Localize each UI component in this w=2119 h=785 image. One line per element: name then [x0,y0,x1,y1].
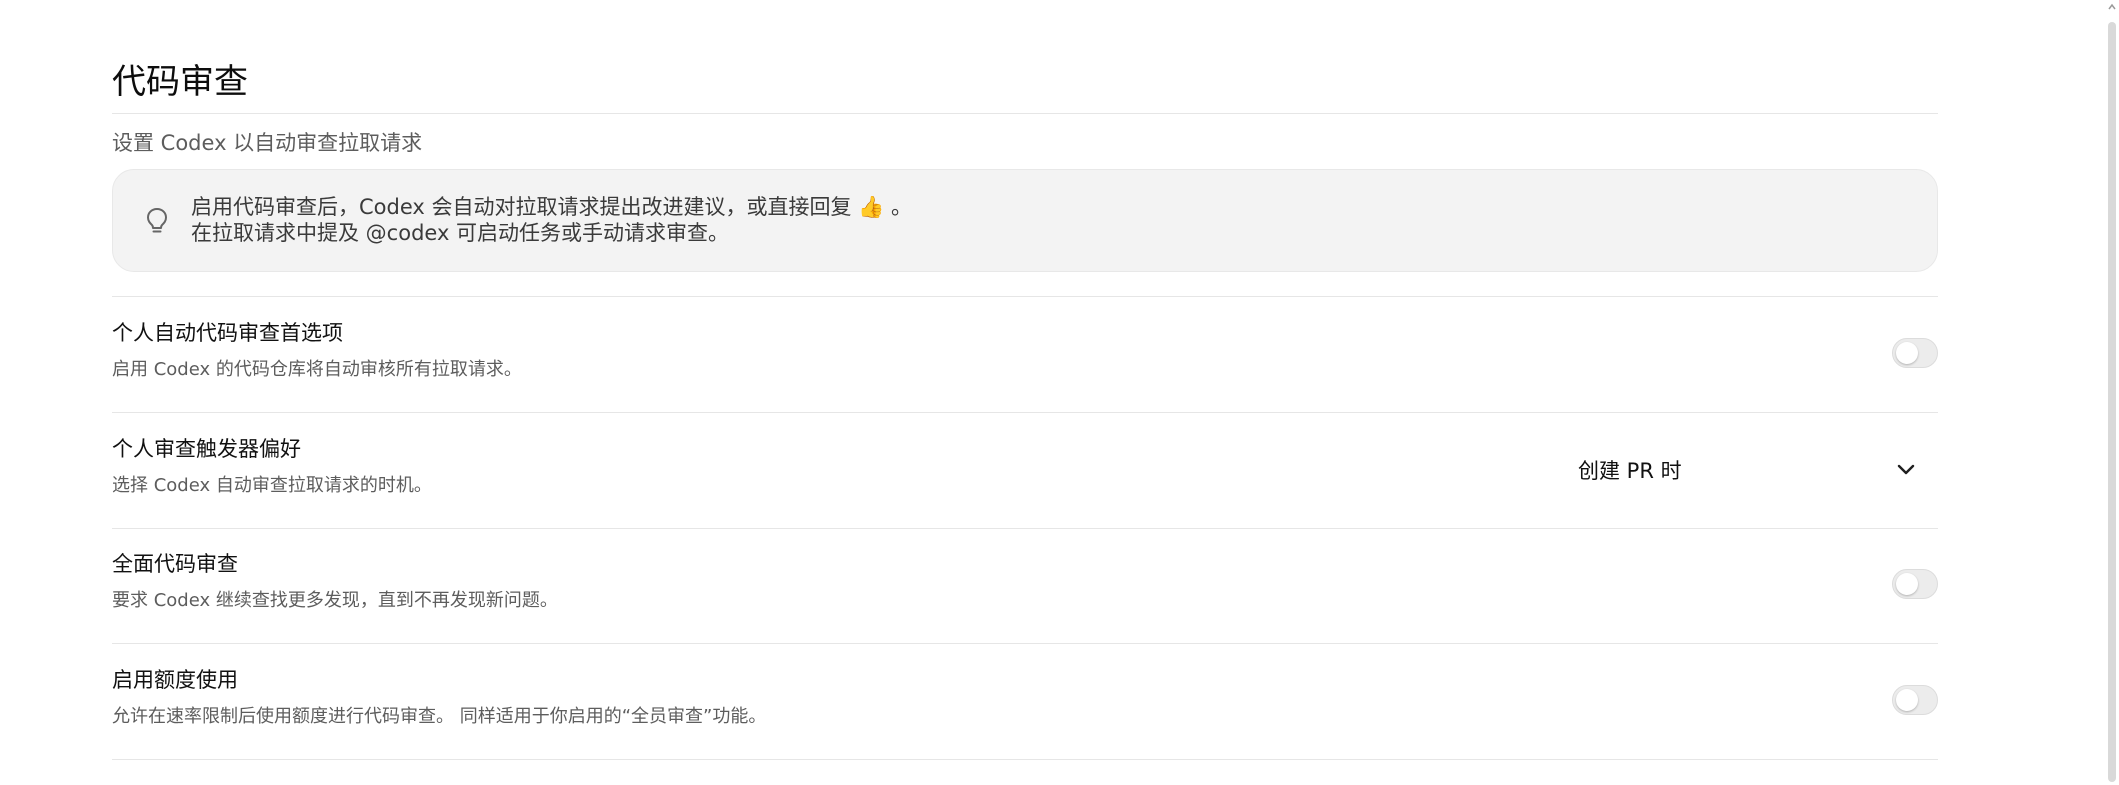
setting-title: 启用额度使用 [112,668,238,692]
setting-row-credit-usage: 启用额度使用 允许在速率限制后使用额度进行代码审查。 同样适用于你启用的“全员审… [112,645,1938,760]
auto-review-toggle[interactable] [1892,338,1938,368]
info-callout: 启用代码审查后，Codex 会自动对拉取请求提出改进建议，或直接回复 👍 。 在… [112,169,1938,272]
setting-title: 个人审查触发器偏好 [112,437,301,461]
lightbulb-icon [147,208,167,233]
section-divider [112,643,1938,644]
setting-row-review-trigger: 个人审查触发器偏好 选择 Codex 自动审查拉取请求的时机。 创建 PR 时 [112,414,1938,529]
setting-row-thorough-review: 全面代码审查 要求 Codex 继续查找更多发现，直到不再发现新问题。 [112,529,1938,644]
setting-title: 个人自动代码审查首选项 [112,321,343,345]
section-divider [112,759,1938,760]
review-trigger-selected-value: 创建 PR 时 [1578,459,1682,483]
setting-title: 全面代码审查 [112,552,238,576]
scroll-up-arrow-icon[interactable] [2107,2,2117,12]
credit-usage-toggle[interactable] [1892,685,1938,715]
section-divider [112,296,1938,297]
page-title: 代码审查 [112,62,248,102]
info-callout-line-2: 在拉取请求中提及 @codex 可启动任务或手动请求审查。 [191,221,730,245]
page-subtitle: 设置 Codex 以自动审查拉取请求 [112,131,423,155]
settings-page: 代码审查 设置 Codex 以自动审查拉取请求 启用代码审查后，Codex 会自… [0,0,2119,785]
chevron-down-icon [1897,464,1915,475]
toggle-knob [1896,342,1918,364]
info-callout-line-1: 启用代码审查后，Codex 会自动对拉取请求提出改进建议，或直接回复 👍 。 [191,195,912,219]
scrollbar-thumb[interactable] [2108,22,2116,782]
thorough-review-toggle[interactable] [1892,569,1938,599]
vertical-scrollbar[interactable] [2105,0,2119,785]
info-callout-text: 启用代码审查后，Codex 会自动对拉取请求提出改进建议，或直接回复 👍 。 在… [191,194,912,246]
toggle-knob [1896,689,1918,711]
toggle-knob [1896,573,1918,595]
setting-row-auto-review: 个人自动代码审查首选项 启用 Codex 的代码仓库将自动审核所有拉取请求。 [112,298,1938,413]
title-divider [112,113,1938,114]
setting-description: 要求 Codex 继续查找更多发现，直到不再发现新问题。 [112,590,558,611]
section-divider [112,412,1938,413]
review-trigger-select[interactable]: 创建 PR 时 [1578,454,1938,490]
setting-description: 启用 Codex 的代码仓库将自动审核所有拉取请求。 [112,359,522,380]
setting-description: 选择 Codex 自动审查拉取请求的时机。 [112,475,432,496]
setting-description: 允许在速率限制后使用额度进行代码审查。 同样适用于你启用的“全员审查”功能。 [112,706,767,727]
